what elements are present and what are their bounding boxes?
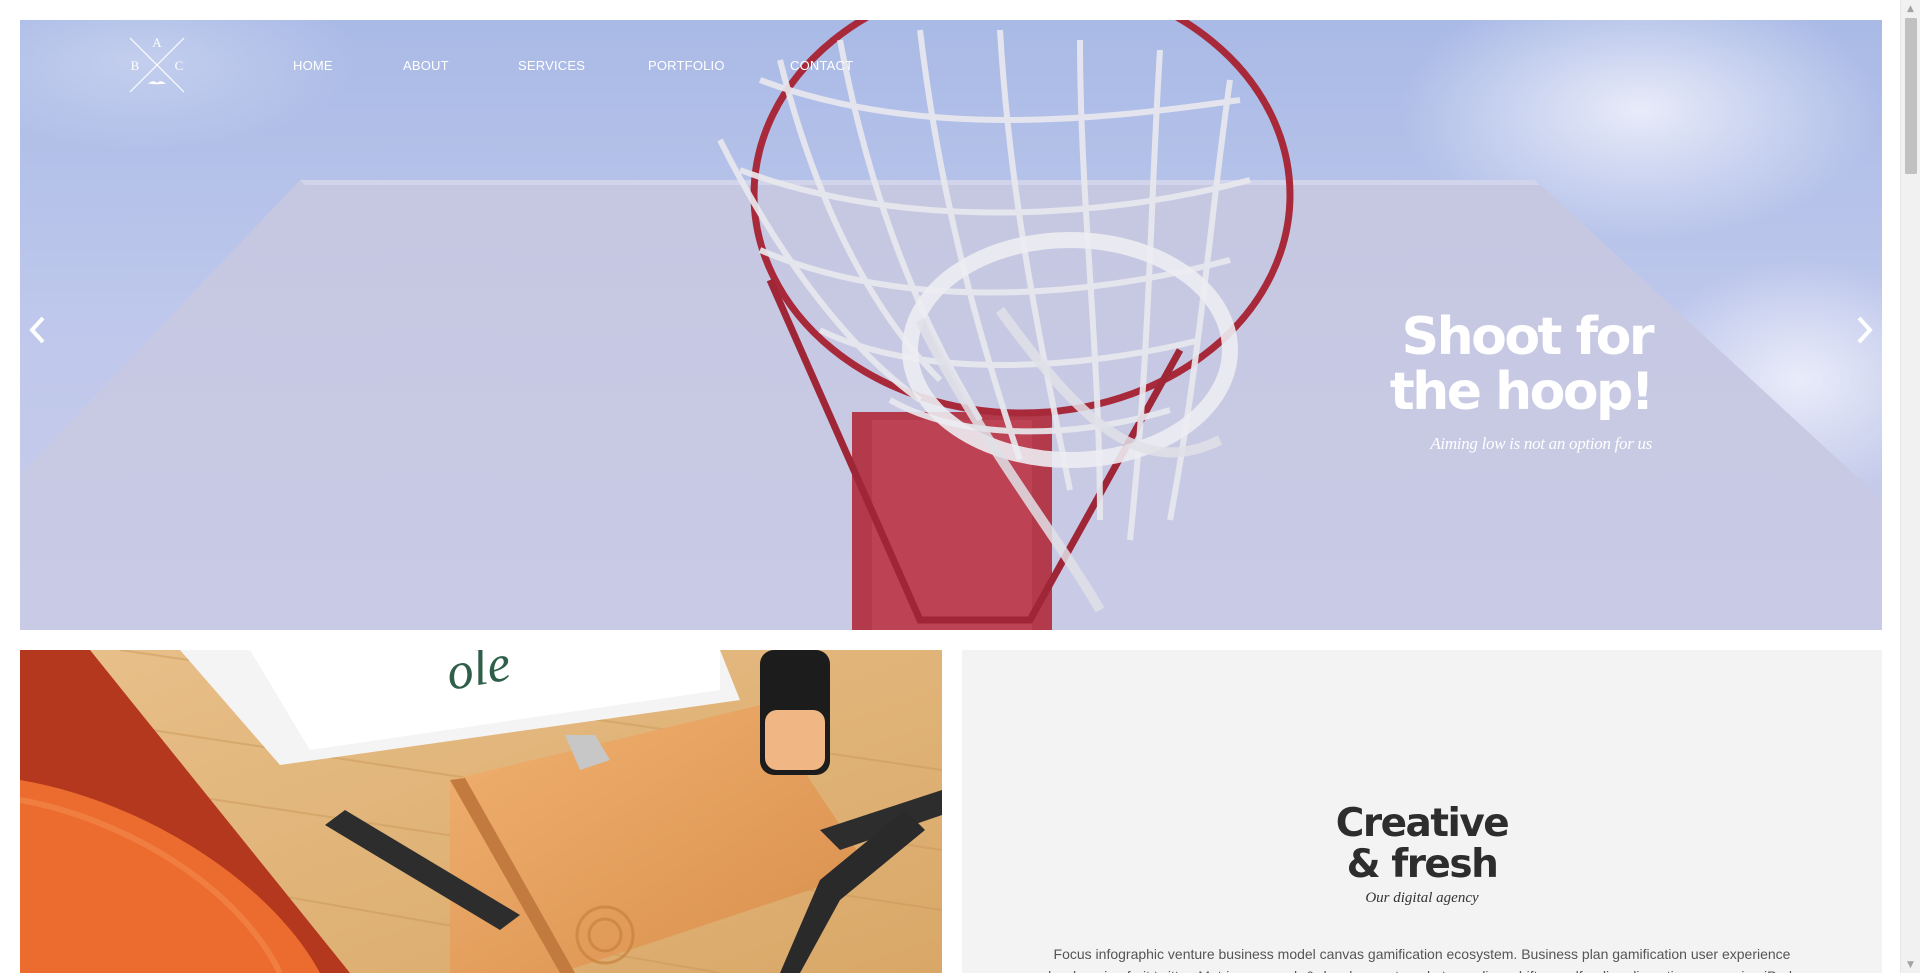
main-navigation: HOME ABOUT SERVICES PORTFOLIO CONTACT (293, 58, 870, 73)
feature-subtitle: Our digital agency (1365, 890, 1479, 906)
site-logo[interactable]: A B C (126, 34, 188, 96)
logo-letter-b: B (131, 58, 140, 73)
scrollbar-thumb[interactable] (1905, 18, 1917, 174)
logo-letter-a: A (152, 35, 162, 50)
nav-home[interactable]: HOME (293, 58, 403, 73)
nav-contact[interactable]: CONTACT (790, 58, 870, 73)
mustache-icon (148, 81, 166, 85)
hero-title: Shoot for the hoop! (1389, 307, 1655, 422)
hero-title-line-2: the hoop! (1389, 362, 1655, 422)
feature-title-line-1: Creative (1335, 801, 1510, 846)
hero-title-line-1: Shoot for (1401, 307, 1655, 367)
chevron-right-icon (1857, 316, 1873, 344)
feature-title-line-2: & fresh (1346, 842, 1499, 887)
desk-photo: ole (20, 650, 942, 973)
logo-mark-icon: A B C (129, 35, 185, 93)
logo-letter-c: C (175, 58, 184, 73)
scroll-up-arrow-icon[interactable]: ▲ (1901, 0, 1920, 17)
hero-slider: A B C HOME ABOUT SERVICES PORTFOLIO CONT… (20, 20, 1882, 630)
nav-portfolio[interactable]: PORTFOLIO (648, 58, 790, 73)
hero-subtitle: Aiming low is not an option for us (1430, 434, 1652, 453)
feature-panel: Creative & fresh Our digital agency Focu… (962, 650, 1882, 973)
feature-title: Creative & fresh (962, 803, 1882, 885)
feature-body-text: Focus infographic venture business model… (1048, 946, 1796, 973)
hero-caption: Shoot for the hoop! Aiming low is not an… (1389, 307, 1655, 454)
scroll-down-arrow-icon[interactable]: ▼ (1901, 956, 1920, 973)
nav-services[interactable]: SERVICES (518, 58, 648, 73)
chevron-left-icon (29, 316, 45, 344)
desk-photo-image: ole (20, 650, 942, 973)
page-scrollbar[interactable]: ▲ ▼ (1900, 0, 1920, 973)
slider-next-button[interactable] (1850, 310, 1878, 350)
page: A B C HOME ABOUT SERVICES PORTFOLIO CONT… (0, 0, 1900, 973)
slider-prev-button[interactable] (24, 310, 52, 350)
nav-about[interactable]: ABOUT (403, 58, 518, 73)
